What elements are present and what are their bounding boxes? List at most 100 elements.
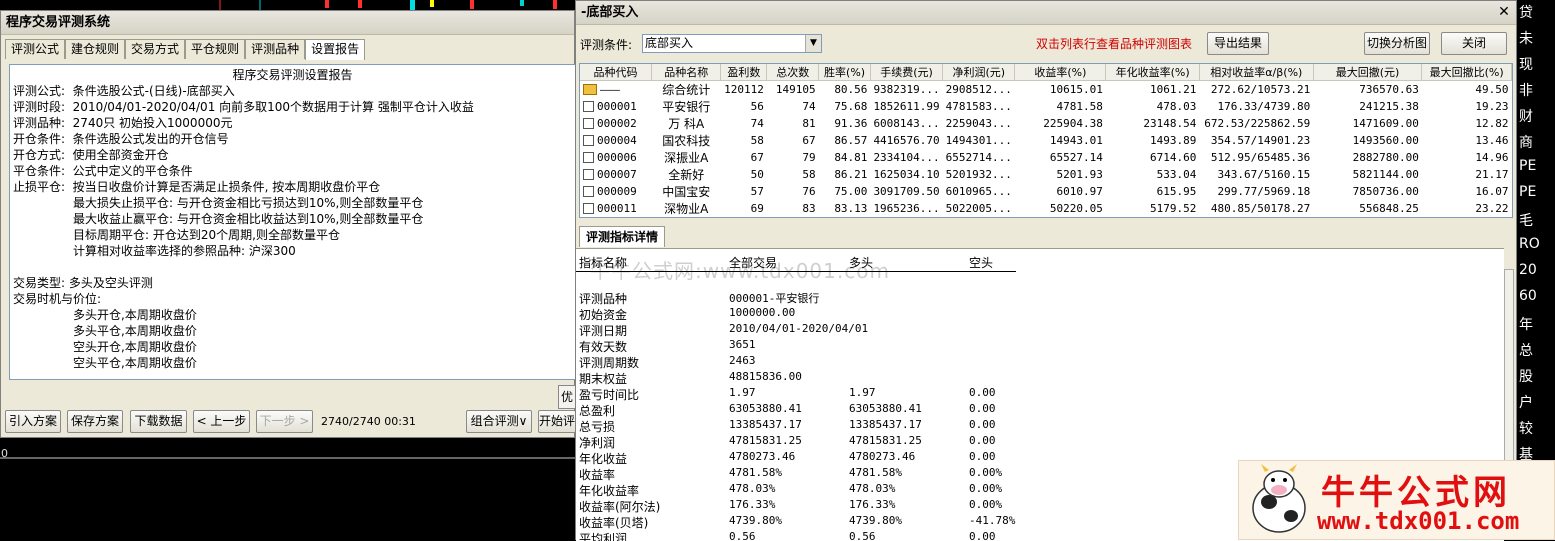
table-cell: 672.53/225862.59: [1204, 117, 1311, 130]
column-header[interactable]: 品种名称: [651, 64, 722, 81]
report-line: 计算相对收益率选择的参照品种: 沪深300: [73, 244, 296, 258]
column-header[interactable]: 相对收益率α/β(%): [1199, 64, 1314, 81]
table-cell: 1965236...: [873, 202, 940, 215]
table-cell: 13.46: [1475, 134, 1509, 147]
indicator-name: 有效天数: [579, 340, 628, 354]
indicator-value: 63053880.41: [729, 402, 802, 415]
report-line: 最大收益止赢平仓: 与开仓资金相比收益达到10%,则全部数量平仓: [73, 212, 424, 226]
close-button[interactable]: 关闭: [1441, 32, 1507, 55]
cow-icon: [1252, 464, 1306, 533]
indicator-value: 0.00: [969, 530, 996, 541]
column-header[interactable]: 年化收益率(%): [1105, 64, 1200, 81]
results-table[interactable]: 品种代码 品种名称 盈利数 总次数 胜率(%) 手续费(元) 净利润(元) 收益率(%) 年化收…: [579, 63, 1513, 218]
detail-scrollbar[interactable]: [1504, 269, 1514, 474]
checkbox[interactable]: [583, 152, 594, 163]
table-row[interactable]: 000001 平安银行 56 74 75.68 1852611.99 4781583... 4…: [580, 98, 1512, 115]
table-cell: 91.36: [834, 117, 868, 130]
column-header[interactable]: 手续费(元): [870, 64, 944, 81]
indicator-name: 评测品种: [579, 292, 628, 306]
cell-code-text: 000006: [597, 151, 637, 164]
table-row[interactable]: 000007 全新好 50 58 86.21 1625034.10 5201932... 52…: [580, 166, 1512, 183]
info-strip-label: 总: [1519, 343, 1533, 359]
indicator-value: 0.00: [969, 386, 996, 399]
table-row[interactable]: 000011 深物业A 69 83 83.13 1965236... 5022005... 5…: [580, 200, 1512, 217]
checkbox[interactable]: [583, 118, 594, 129]
close-icon[interactable]: ✕: [1496, 5, 1512, 21]
download-data-button[interactable]: 下载数据: [130, 410, 187, 433]
info-strip-label: RO: [1519, 236, 1540, 252]
table-cell: 6552714...: [945, 151, 1012, 164]
table-cell: 综合统计: [662, 83, 711, 97]
checkbox[interactable]: [583, 101, 594, 112]
column-header[interactable]: 净利润(元): [942, 64, 1016, 81]
table-row[interactable]: ——— 综合统计 120112 149105 80.56 9382319... 290851…: [580, 81, 1512, 99]
column-header[interactable]: 最大回撤比(%): [1421, 64, 1512, 81]
indicator-value: 0.00: [969, 418, 996, 431]
column-header[interactable]: 最大回撤(元): [1313, 64, 1423, 81]
checkbox[interactable]: [583, 135, 594, 146]
indicator-value: 4739.80%: [729, 514, 782, 527]
info-strip-label: 60: [1519, 288, 1537, 304]
detail-row: 期末权益 48815836.00: [576, 370, 1496, 386]
cell-code-text: 000002: [597, 117, 637, 130]
optimize-button[interactable]: 优: [558, 385, 576, 409]
report-line: 开仓条件: 条件选股公式发出的开仓信号: [13, 132, 229, 146]
window-title: 程序交易评测系统: [1, 11, 574, 35]
info-strip-label: PE: [1519, 184, 1537, 200]
indicator-value: 0.00: [969, 450, 996, 463]
next-step-button[interactable]: 下一步 >: [256, 410, 313, 433]
column-header[interactable]: 品种代码: [580, 64, 653, 81]
column-header[interactable]: 盈利数: [720, 64, 768, 81]
indicator-value: 0.00%: [969, 498, 1003, 511]
cell-code: 000006: [580, 149, 652, 166]
start-eval-button[interactable]: 开始评: [538, 410, 576, 433]
tab-bar: 评测公式 建仓规则 交易方式 平仓规则 评测品种 设置报告: [5, 39, 366, 60]
condition-select[interactable]: 底部买入 ▼: [642, 34, 822, 53]
checkbox[interactable]: [583, 169, 594, 180]
table-cell: 84.81: [834, 151, 868, 164]
table-row[interactable]: 000009 中国宝安 57 76 75.00 3091709.50 6010965... 6…: [580, 183, 1512, 200]
column-header[interactable]: 胜率(%): [818, 64, 871, 81]
save-scheme-button[interactable]: 保存方案: [67, 410, 123, 433]
combo-eval-button[interactable]: 组合评测∨: [466, 410, 532, 433]
table-cell: 1625034.10: [873, 168, 940, 181]
table-cell: 225904.38: [1043, 117, 1103, 130]
chevron-down-icon[interactable]: ▼: [805, 35, 821, 52]
tab-open-rules[interactable]: 建仓规则: [65, 39, 126, 59]
tab-indicator-details[interactable]: 评测指标详情: [579, 226, 666, 247]
table-cell: 12.82: [1475, 117, 1509, 130]
detail-row: 总亏损 13385437.17 13385437.17 0.00: [576, 418, 1496, 434]
report-line: 空头开仓,本周期收盘价: [73, 340, 197, 354]
checkbox[interactable]: [583, 186, 594, 197]
column-header[interactable]: 总次数: [766, 64, 820, 81]
info-strip-label: 未: [1519, 31, 1533, 47]
export-results-button[interactable]: 导出结果: [1207, 32, 1269, 55]
checkbox[interactable]: [583, 203, 594, 214]
detail-row: 评测日期 2010/04/01-2020/04/01: [576, 322, 1496, 338]
progress-readout: 2740/2740 00:31: [321, 415, 416, 428]
cell-code: ———: [580, 81, 652, 99]
prev-step-button[interactable]: < 上一步: [193, 410, 250, 433]
indicator-value: 4781.58%: [849, 466, 902, 479]
tab-eval-symbols[interactable]: 评测品种: [245, 39, 306, 59]
tab-close-rules[interactable]: 平仓规则: [185, 39, 246, 59]
table-cell: 149105: [775, 83, 816, 96]
table-cell: 14943.01: [1049, 134, 1103, 147]
report-line: 止损平仓: 按当日收盘价计算是否满足止损条件, 按本周期收盘价平仓: [13, 180, 381, 194]
column-header[interactable]: 收益率(%): [1014, 64, 1107, 81]
trade-eval-window: 程序交易评测系统 评测公式 建仓规则 交易方式 平仓规则 评测品种 设置报告 程…: [0, 10, 576, 438]
import-scheme-button[interactable]: 引入方案: [5, 410, 61, 433]
indicator-value: 0.00%: [969, 482, 1003, 495]
table-row[interactable]: 000002 万 科A 74 81 91.36 6008143... 2259043... 2…: [580, 115, 1512, 132]
tab-trade-method[interactable]: 交易方式: [125, 39, 186, 59]
switch-chart-button[interactable]: 切换分析图: [1364, 32, 1430, 55]
tab-eval-formula[interactable]: 评测公式: [5, 39, 66, 59]
table-row[interactable]: 000004 国农科技 58 67 86.57 4416576.70 1494301... 1…: [580, 132, 1512, 149]
indicator-value: 0.56: [729, 530, 756, 541]
table-cell: 76: [802, 185, 816, 198]
report-textarea[interactable]: 程序交易评测设置报告 评测公式: 条件选股公式-(日线)-底部买入 评测时段: …: [9, 64, 576, 380]
detail-row: 净利润 47815831.25 47815831.25 0.00: [576, 434, 1496, 450]
tab-settings-report[interactable]: 设置报告: [305, 39, 366, 60]
table-cell: 79: [802, 151, 816, 164]
table-row[interactable]: 000006 深振业A 67 79 84.81 2334104... 6552714... 6…: [580, 149, 1512, 166]
